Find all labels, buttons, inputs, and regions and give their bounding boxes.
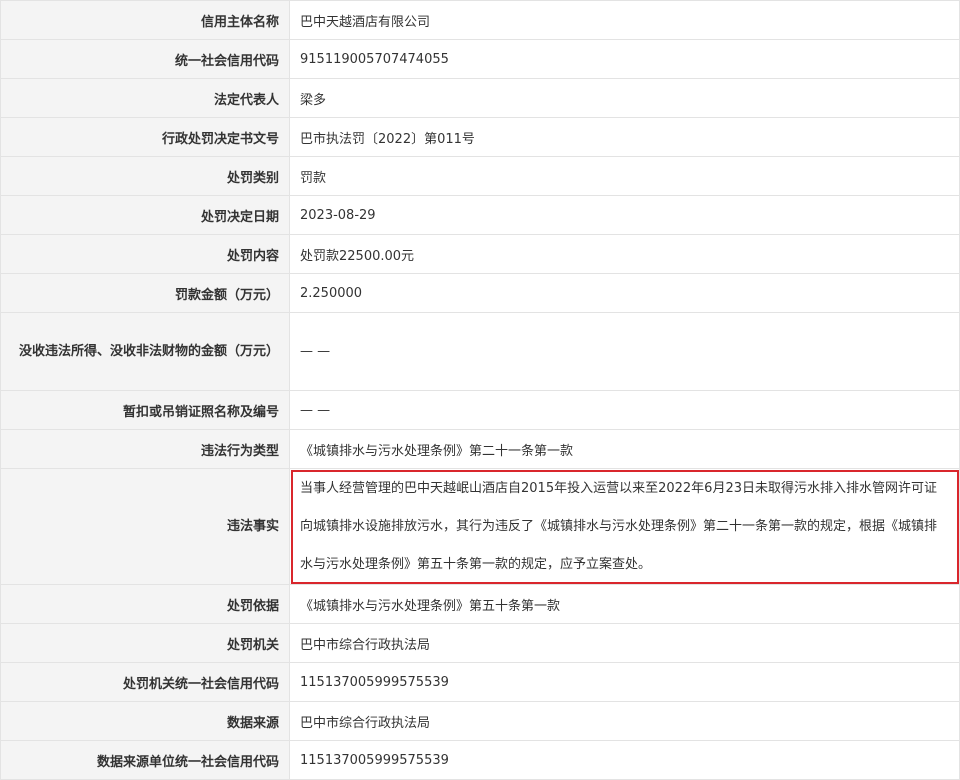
label-violation-type: 违法行为类型 bbox=[0, 429, 290, 469]
value-decision-date: 2023-08-29 bbox=[289, 195, 960, 235]
value-fine-amount: 2.250000 bbox=[289, 273, 960, 313]
row-data-source: 数据来源 巴中市综合行政执法局 bbox=[0, 701, 960, 741]
value-penalty-authority: 巴中市综合行政执法局 bbox=[289, 623, 960, 663]
value-credit-subject-name: 巴中天越酒店有限公司 bbox=[289, 0, 960, 40]
penalty-detail-table: 信用主体名称 巴中天越酒店有限公司 统一社会信用代码 9151190057074… bbox=[0, 0, 960, 780]
row-license-suspension: 暂扣或吊销证照名称及编号 — — bbox=[0, 390, 960, 430]
row-legal-representative: 法定代表人 梁多 bbox=[0, 78, 960, 118]
row-unified-credit-code: 统一社会信用代码 915119005707474055 bbox=[0, 39, 960, 79]
row-authority-credit-code: 处罚机关统一社会信用代码 115137005999575539 bbox=[0, 662, 960, 702]
row-confiscation-amount: 没收违法所得、没收非法财物的金额（万元） — — bbox=[0, 312, 960, 391]
value-unified-credit-code: 915119005707474055 bbox=[289, 39, 960, 79]
row-decision-document-number: 行政处罚决定书文号 巴市执法罚〔2022〕第011号 bbox=[0, 117, 960, 157]
value-penalty-basis: 《城镇排水与污水处理条例》第五十条第一款 bbox=[289, 584, 960, 624]
label-penalty-basis: 处罚依据 bbox=[0, 584, 290, 624]
label-confiscation-amount: 没收违法所得、没收非法财物的金额（万元） bbox=[0, 312, 290, 391]
label-data-source-credit-code: 数据来源单位统一社会信用代码 bbox=[0, 740, 290, 780]
value-penalty-content: 处罚款22500.00元 bbox=[289, 234, 960, 274]
label-decision-document-number: 行政处罚决定书文号 bbox=[0, 117, 290, 157]
label-penalty-authority: 处罚机关 bbox=[0, 623, 290, 663]
value-violation-facts: 当事人经营管理的巴中天越岷山酒店自2015年投入运营以来至2022年6月23日未… bbox=[289, 468, 960, 585]
value-license-suspension: — — bbox=[289, 390, 960, 430]
row-penalty-content: 处罚内容 处罚款22500.00元 bbox=[0, 234, 960, 274]
label-decision-date: 处罚决定日期 bbox=[0, 195, 290, 235]
row-violation-facts: 违法事实 当事人经营管理的巴中天越岷山酒店自2015年投入运营以来至2022年6… bbox=[0, 468, 960, 585]
label-license-suspension: 暂扣或吊销证照名称及编号 bbox=[0, 390, 290, 430]
row-decision-date: 处罚决定日期 2023-08-29 bbox=[0, 195, 960, 235]
row-penalty-category: 处罚类别 罚款 bbox=[0, 156, 960, 196]
label-violation-facts: 违法事实 bbox=[0, 468, 290, 585]
row-data-source-credit-code: 数据来源单位统一社会信用代码 115137005999575539 bbox=[0, 740, 960, 780]
label-legal-representative: 法定代表人 bbox=[0, 78, 290, 118]
label-unified-credit-code: 统一社会信用代码 bbox=[0, 39, 290, 79]
row-credit-subject-name: 信用主体名称 巴中天越酒店有限公司 bbox=[0, 0, 960, 40]
label-fine-amount: 罚款金额（万元） bbox=[0, 273, 290, 313]
value-authority-credit-code: 115137005999575539 bbox=[289, 662, 960, 702]
label-penalty-category: 处罚类别 bbox=[0, 156, 290, 196]
value-data-source-credit-code: 115137005999575539 bbox=[289, 740, 960, 780]
row-violation-type: 违法行为类型 《城镇排水与污水处理条例》第二十一条第一款 bbox=[0, 429, 960, 469]
label-credit-subject-name: 信用主体名称 bbox=[0, 0, 290, 40]
value-violation-type: 《城镇排水与污水处理条例》第二十一条第一款 bbox=[289, 429, 960, 469]
value-decision-document-number: 巴市执法罚〔2022〕第011号 bbox=[289, 117, 960, 157]
value-confiscation-amount: — — bbox=[289, 312, 960, 391]
value-legal-representative: 梁多 bbox=[289, 78, 960, 118]
row-penalty-authority: 处罚机关 巴中市综合行政执法局 bbox=[0, 623, 960, 663]
label-penalty-content: 处罚内容 bbox=[0, 234, 290, 274]
label-data-source: 数据来源 bbox=[0, 701, 290, 741]
row-fine-amount: 罚款金额（万元） 2.250000 bbox=[0, 273, 960, 313]
value-data-source: 巴中市综合行政执法局 bbox=[289, 701, 960, 741]
label-authority-credit-code: 处罚机关统一社会信用代码 bbox=[0, 662, 290, 702]
row-penalty-basis: 处罚依据 《城镇排水与污水处理条例》第五十条第一款 bbox=[0, 584, 960, 624]
value-penalty-category: 罚款 bbox=[289, 156, 960, 196]
